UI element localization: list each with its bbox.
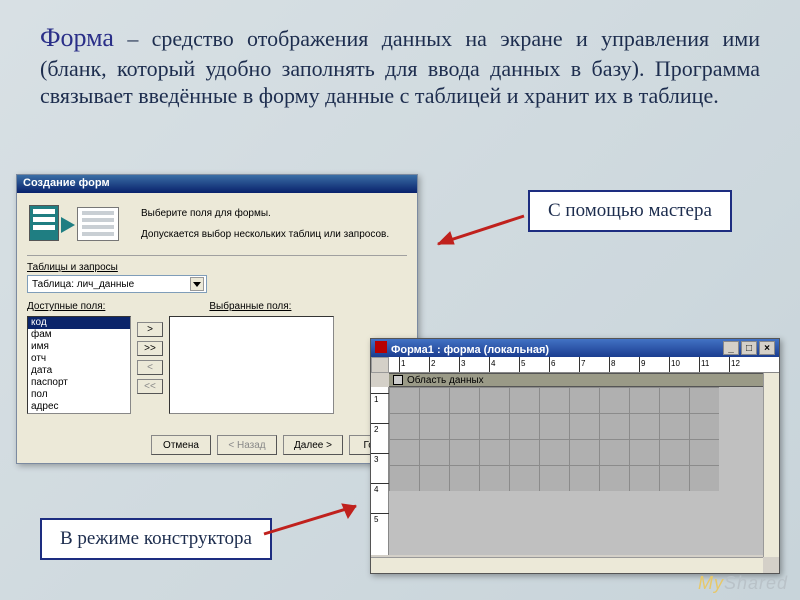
design-grid xyxy=(389,387,719,491)
next-button[interactable]: Далее > xyxy=(283,435,343,455)
designer-title-text: Форма1 : форма (локальная) xyxy=(391,344,549,356)
cancel-button[interactable]: Отмена xyxy=(151,435,211,455)
list-item[interactable]: отч xyxy=(28,353,130,365)
design-surface[interactable] xyxy=(389,387,779,555)
minimize-button[interactable]: _ xyxy=(723,341,739,355)
available-fields-list[interactable]: код фам имя отч дата паспорт пол адрес т… xyxy=(27,316,131,414)
selected-fields-label: Выбранные поля: xyxy=(209,301,291,312)
watermark-part-2: Shared xyxy=(724,573,788,593)
wizard-titlebar: Создание форм xyxy=(17,175,417,193)
watermark-part-1: My xyxy=(698,573,724,593)
horizontal-ruler: 123456789101112 xyxy=(389,357,779,373)
move-buttons: > >> < << xyxy=(137,322,163,394)
move-all-left-button[interactable]: << xyxy=(137,379,163,394)
designer-titlebar: Форма1 : форма (локальная) _ □ × xyxy=(371,339,779,357)
list-item[interactable]: имя xyxy=(28,341,130,353)
vertical-scrollbar[interactable] xyxy=(763,373,779,557)
back-button[interactable]: < Назад xyxy=(217,435,277,455)
watermark: MyShared xyxy=(698,573,788,594)
list-item[interactable]: телефон xyxy=(28,413,130,414)
wizard-hint-1: Выберите поля для формы. xyxy=(141,206,389,221)
list-item[interactable]: код xyxy=(28,317,130,329)
list-item[interactable]: фам xyxy=(28,329,130,341)
list-item[interactable]: адрес xyxy=(28,401,130,413)
wizard-banner-text: Выберите поля для формы. Допускается выб… xyxy=(141,206,389,242)
tables-queries-label: Таблицы и запросы xyxy=(27,262,407,273)
maximize-button[interactable]: □ xyxy=(741,341,757,355)
wizard-hint-2: Допускается выбор нескольких таблиц или … xyxy=(141,227,389,242)
arrow-to-designer xyxy=(256,500,376,544)
chevron-down-icon[interactable] xyxy=(190,277,204,291)
form-designer-window: Форма1 : форма (локальная) _ □ × 1234567… xyxy=(370,338,780,574)
term-word: Форма xyxy=(40,23,114,52)
arrow-to-wizard xyxy=(420,210,530,254)
callout-wizard: С помощью мастера xyxy=(528,190,732,232)
selected-fields-list[interactable] xyxy=(169,316,334,414)
list-item[interactable]: дата xyxy=(28,365,130,377)
wizard-banner: Выберите поля для формы. Допускается выб… xyxy=(17,193,417,255)
definition-text: – средство отображения данных на экране … xyxy=(40,26,760,108)
callout-designer: В режиме конструктора xyxy=(40,518,272,560)
move-right-button[interactable]: > xyxy=(137,322,163,337)
section-bar-label: Область данных xyxy=(407,375,484,386)
ruler-corner xyxy=(371,357,389,373)
wizard-banner-icon xyxy=(27,199,127,249)
list-item[interactable]: пол xyxy=(28,389,130,401)
tables-combo[interactable]: Таблица: лич_данные xyxy=(27,275,207,293)
horizontal-scrollbar[interactable] xyxy=(371,557,763,573)
close-button[interactable]: × xyxy=(759,341,775,355)
move-all-right-button[interactable]: >> xyxy=(137,341,163,356)
tables-combo-value: Таблица: лич_данные xyxy=(32,279,134,290)
list-item[interactable]: паспорт xyxy=(28,377,130,389)
section-bar-detail[interactable]: Область данных xyxy=(389,373,779,387)
definition-paragraph: Форма – средство отображения данных на э… xyxy=(40,22,760,110)
available-fields-label: Доступные поля: xyxy=(27,301,105,312)
move-left-button[interactable]: < xyxy=(137,360,163,375)
form-wizard-window: Создание форм Выберите поля для формы. Д… xyxy=(16,174,418,464)
form-icon xyxy=(375,341,387,353)
vertical-ruler: 12345 xyxy=(371,387,389,555)
